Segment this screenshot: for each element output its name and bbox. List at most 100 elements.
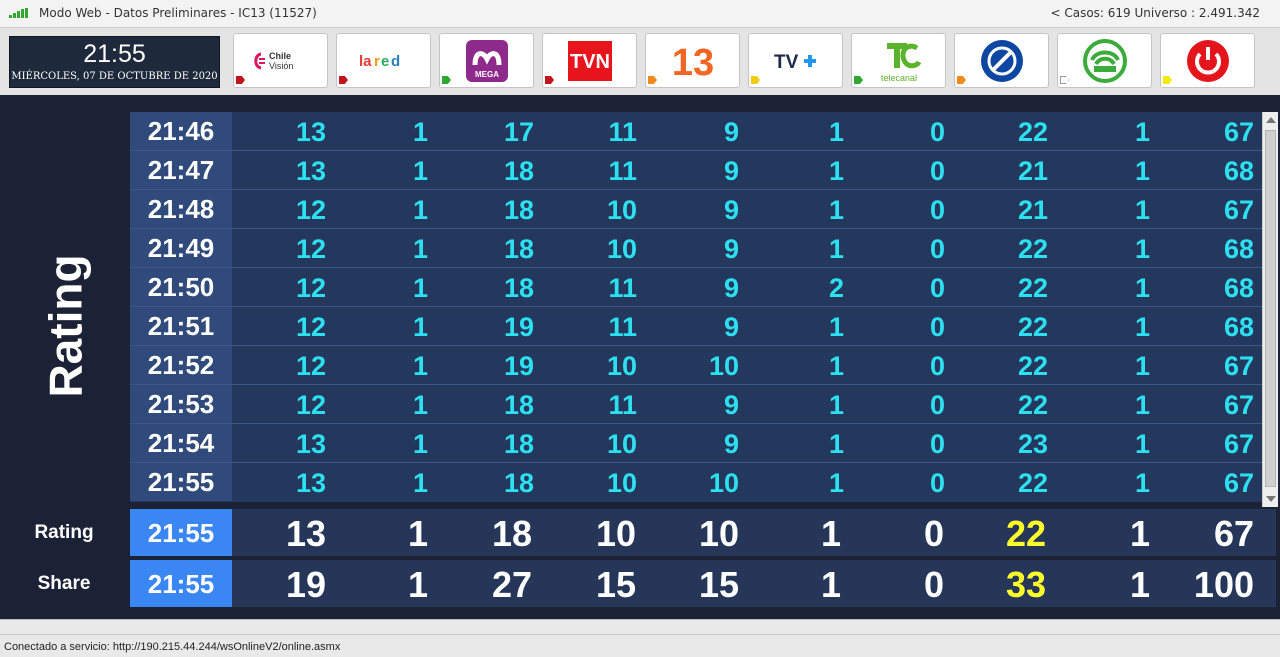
channel-chilevision-button[interactable]: Chile Visión xyxy=(233,33,328,88)
summary-share-value: 33 xyxy=(1005,564,1046,605)
rating-cell: 0 xyxy=(929,351,945,381)
channel-telecanal-button[interactable]: telecanal xyxy=(851,33,946,88)
rating-cell: 9 xyxy=(723,390,739,420)
summary-share-value: 100 xyxy=(1193,564,1254,605)
rating-cell: 12 xyxy=(295,195,326,225)
channel-mega-button[interactable]: MEGA xyxy=(439,33,534,88)
summary-rating-value: 10 xyxy=(595,513,636,554)
rating-cell: 68 xyxy=(1223,312,1254,342)
rating-cell: 1 xyxy=(828,234,844,264)
rating-cell: 1 xyxy=(1134,429,1150,459)
rating-cell: 11 xyxy=(608,312,637,342)
rating-cell: 9 xyxy=(723,429,739,459)
row-time: 21:52 xyxy=(130,346,232,384)
row-time: 21:47 xyxy=(130,151,232,189)
table-row[interactable]: 21:50 12 1 18 11 9 2 0 22 1 68 xyxy=(130,268,1262,307)
cases-universe-info[interactable]: < Casos: 619 Universo : 2.491.342 xyxy=(1050,6,1260,20)
rating-cell: 0 xyxy=(929,156,945,186)
rating-cell: 22 xyxy=(1017,468,1048,498)
row-time: 21:46 xyxy=(130,112,232,150)
table-row[interactable]: 21:53 12 1 18 11 9 1 0 22 1 67 xyxy=(130,385,1262,424)
svg-text:la: la xyxy=(359,53,372,70)
rating-cell: 11 xyxy=(608,156,637,186)
summary-share-value: 19 xyxy=(285,564,326,605)
scroll-down-icon[interactable] xyxy=(1266,496,1276,502)
channel-9-button[interactable] xyxy=(954,33,1049,88)
clock-date: MIÉRCOLES, 07 DE OCTUBRE DE 2020 xyxy=(11,71,218,82)
rating-cell: 22 xyxy=(1017,234,1048,264)
scroll-up-icon[interactable] xyxy=(1266,117,1276,123)
rating-cell: 11 xyxy=(608,390,637,420)
summary-rating-value: 13 xyxy=(285,513,326,554)
table-scrollbar[interactable] xyxy=(1262,112,1278,507)
channel-lared-button[interactable]: la r e d xyxy=(336,33,431,88)
row-time: 21:48 xyxy=(130,190,232,228)
rating-cell: 10 xyxy=(708,351,739,381)
rating-cell: 9 xyxy=(723,273,739,303)
rating-cell: 1 xyxy=(1134,195,1150,225)
lared-logo-icon: la r e d xyxy=(337,34,430,87)
clock-time: 21:55 xyxy=(83,40,146,68)
rating-cell: 21 xyxy=(1017,195,1048,225)
rating-cell: 13 xyxy=(295,468,326,498)
rating-cell: 1 xyxy=(828,156,844,186)
rating-cell: 12 xyxy=(295,273,326,303)
table-row[interactable]: 21:51 12 1 19 11 9 1 0 22 1 68 xyxy=(130,307,1262,346)
rating-cell: 67 xyxy=(1223,351,1254,381)
rating-cell: 1 xyxy=(412,312,428,342)
rating-cell: 1 xyxy=(412,195,428,225)
summary-rating-value: 1 xyxy=(407,513,428,554)
rating-cell: 68 xyxy=(1223,234,1254,264)
channel-13-button[interactable]: 13 xyxy=(645,33,740,88)
rating-cell: 22 xyxy=(1017,117,1048,147)
rating-side-label: Rating xyxy=(40,254,93,398)
rating-cell: 1 xyxy=(412,429,428,459)
rating-cell: 19 xyxy=(503,351,534,381)
rating-cell: 1 xyxy=(412,390,428,420)
rating-cell: 67 xyxy=(1223,390,1254,420)
summary-rating-value: 0 xyxy=(923,513,944,554)
table-row[interactable]: 21:52 12 1 19 10 10 1 0 22 1 67 xyxy=(130,346,1262,385)
channel-green-button[interactable] xyxy=(1057,33,1152,88)
rating-cell: 1 xyxy=(828,312,844,342)
minute-ratings-table[interactable]: 21:46 13 1 17 11 9 1 0 22 1 67 21:47 13 1 18 11 9 1 0 21 1 68… xyxy=(130,112,1262,502)
rating-cell: 12 xyxy=(295,390,326,420)
table-row[interactable]: 21:47 13 1 18 11 9 1 0 21 1 68 xyxy=(130,151,1262,190)
scroll-thumb[interactable] xyxy=(1265,130,1276,487)
summary-rating-row: 21:55 13 1 18 10 10 1 0 22 1 67 xyxy=(130,509,1276,556)
rating-cell: 18 xyxy=(503,390,534,420)
rating-cell: 67 xyxy=(1223,468,1254,498)
rating-cell: 22 xyxy=(1017,390,1048,420)
rating-cell: 68 xyxy=(1223,273,1254,303)
channel-tvplus-button[interactable]: TV xyxy=(748,33,843,88)
rating-cell: 1 xyxy=(1134,468,1150,498)
status-bar: Conectado a servicio: http://190.215.44.… xyxy=(0,619,1280,657)
channel-9-logo-icon xyxy=(955,34,1048,87)
table-row[interactable]: 21:49 12 1 18 10 9 1 0 22 1 68 xyxy=(130,229,1262,268)
telecanal-logo-icon: telecanal xyxy=(852,34,945,87)
channel-tvn-button[interactable]: TVN xyxy=(542,33,637,88)
rating-cell: 1 xyxy=(412,156,428,186)
rating-cell: 1 xyxy=(412,273,428,303)
table-row[interactable]: 21:46 13 1 17 11 9 1 0 22 1 67 xyxy=(130,112,1262,151)
rating-cell: 1 xyxy=(828,429,844,459)
window-titlebar: Modo Web - Datos Preliminares - IC13 (11… xyxy=(0,0,1280,28)
rating-cell: 18 xyxy=(503,429,534,459)
rating-cell: 22 xyxy=(1017,312,1048,342)
summary-rating-value: 67 xyxy=(1213,513,1254,554)
rating-cell: 68 xyxy=(1223,156,1254,186)
header-bar: 21:55 MIÉRCOLES, 07 DE OCTUBRE DE 2020 C… xyxy=(0,28,1280,95)
rating-cell: 13 xyxy=(295,117,326,147)
rating-cell: 2 xyxy=(828,273,844,303)
table-row[interactable]: 21:48 12 1 18 10 9 1 0 21 1 67 xyxy=(130,190,1262,229)
svg-text:e: e xyxy=(381,53,389,70)
rating-cell: 0 xyxy=(929,195,945,225)
rating-cell: 1 xyxy=(828,390,844,420)
table-row[interactable]: 21:55 13 1 18 10 10 1 0 22 1 67 xyxy=(130,463,1262,502)
channel-total-button[interactable] xyxy=(1160,33,1255,88)
rating-cell: 0 xyxy=(929,312,945,342)
table-row[interactable]: 21:54 13 1 18 10 9 1 0 23 1 67 xyxy=(130,424,1262,463)
rating-cell: 13 xyxy=(295,156,326,186)
rating-cell: 1 xyxy=(412,234,428,264)
svg-text:r: r xyxy=(374,53,380,70)
